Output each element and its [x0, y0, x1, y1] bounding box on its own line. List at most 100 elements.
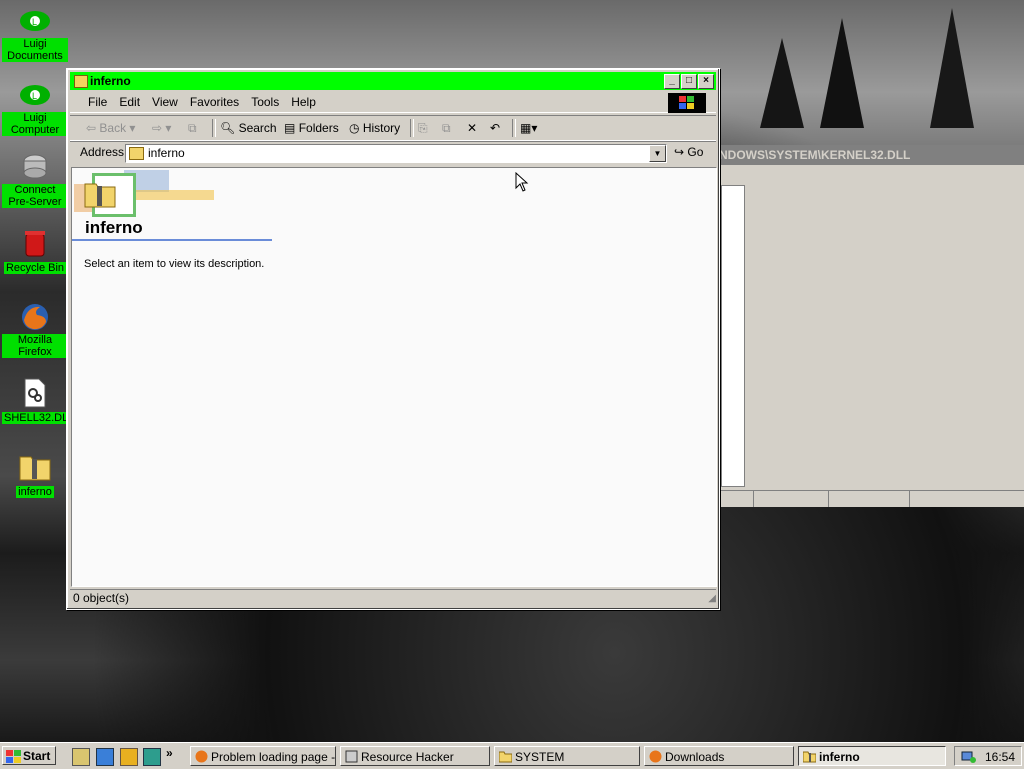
svg-text:L: L [32, 91, 37, 101]
zip-folder-icon [18, 452, 52, 482]
background-window[interactable]: NDOWS\SYSTEM\KERNEL32.DLL [718, 145, 1024, 507]
address-dropdown-button[interactable]: ▼ [649, 145, 666, 162]
copy-to-button[interactable]: ⧉ [442, 119, 451, 137]
minimize-button[interactable]: _ [664, 74, 680, 89]
background-window-statusbar [719, 490, 1024, 507]
desktop-icon-label: Connect Pre-Server [2, 184, 68, 208]
tree-pane[interactable] [721, 185, 745, 487]
forward-button[interactable]: ⇨ ▾ [152, 119, 171, 137]
desktop-icon-shell32[interactable]: SHELL32.DLL [2, 378, 77, 424]
menu-favorites[interactable]: Favorites [184, 92, 245, 112]
svg-text:L: L [32, 17, 37, 27]
zip-folder-icon [74, 75, 88, 88]
quick-launch-overflow-icon[interactable]: » [166, 746, 173, 760]
menu-edit[interactable]: Edit [113, 92, 146, 112]
zip-folder-icon [803, 751, 816, 763]
media-player-icon[interactable] [120, 748, 138, 766]
back-button[interactable]: ⇦ Back ▾ [86, 119, 135, 137]
desktop-icon-label: Luigi Computer [2, 112, 68, 136]
folders-button[interactable]: ▤ Folders [284, 119, 339, 137]
network-tray-icon[interactable] [961, 749, 977, 764]
mouse-cursor-icon [515, 172, 529, 192]
outlook-express-icon[interactable] [143, 748, 161, 766]
recycle-bin-icon [18, 228, 52, 258]
show-desktop-icon[interactable] [72, 748, 90, 766]
desktop-icon-recycle-bin[interactable]: Recycle Bin [2, 228, 68, 274]
history-button[interactable]: ◷ History [349, 119, 400, 137]
address-bar: Address inferno ▼ ↪ Go [70, 141, 716, 164]
start-button[interactable]: Start [2, 746, 56, 765]
undo-button[interactable]: ↶ [490, 119, 500, 137]
toolbar-separator [410, 119, 414, 137]
desktop-icon-connect-server[interactable]: Connect Pre-Server [2, 152, 68, 208]
taskbar-button-downloads[interactable]: Downloads [644, 746, 794, 766]
copy-to-icon: ⧉ [442, 121, 451, 135]
menu-bar: File Edit View Favorites Tools Help [70, 92, 716, 113]
clock[interactable]: 16:54 [985, 750, 1015, 764]
address-input[interactable]: inferno ▼ [125, 144, 667, 163]
desktop-icon-label: inferno [16, 486, 54, 498]
standard-toolbar: ⇦ Back ▾ ⇨ ▾ ⧉ 🔍︎ Search ▤ Folders ◷ His… [70, 115, 716, 141]
up-folder-button[interactable]: ⧉ [188, 119, 197, 137]
up-folder-icon: ⧉ [188, 121, 197, 135]
background-window-title: NDOWS\SYSTEM\KERNEL32.DLL [719, 145, 1024, 165]
close-button[interactable]: × [698, 74, 714, 89]
delete-icon: ✕ [467, 121, 478, 135]
firefox-icon [649, 750, 662, 763]
window-title: inferno [90, 74, 131, 88]
menu-file[interactable]: File [82, 92, 113, 112]
address-value: inferno [148, 146, 185, 160]
taskbar-button-inferno[interactable]: inferno [798, 746, 946, 766]
explorer-window[interactable]: inferno _ □ × File Edit View Favorites Tools… [66, 68, 720, 610]
status-object-count: 0 object(s) [73, 591, 130, 605]
folder-title: inferno [85, 218, 143, 237]
desktop-icon-luigi-documents[interactable]: L Luigi Documents [2, 6, 68, 62]
windows-logo-icon [6, 750, 21, 763]
internet-explorer-icon[interactable] [96, 748, 114, 766]
search-icon: 🔍︎ [220, 121, 236, 135]
zip-folder-icon [84, 183, 116, 208]
status-bar: 0 object(s) ◢ [70, 589, 716, 607]
address-label: Address [80, 145, 125, 159]
resize-grip-icon[interactable]: ◢ [708, 590, 716, 607]
menu-view[interactable]: View [146, 92, 184, 112]
desktop-icon-label: Luigi Documents [2, 38, 68, 62]
maximize-button[interactable]: □ [681, 74, 697, 89]
dll-file-icon [18, 378, 52, 408]
back-arrow-icon: ⇦ [86, 121, 100, 135]
menu-help[interactable]: Help [285, 92, 322, 112]
firefox-icon [18, 302, 52, 332]
move-to-icon: ⎘ [418, 121, 428, 135]
menu-tools[interactable]: Tools [245, 92, 285, 112]
taskbar-button-resource-hacker[interactable]: Resource Hacker [340, 746, 490, 766]
taskbar-button-system[interactable]: SYSTEM [494, 746, 640, 766]
desktop-icon-inferno[interactable]: inferno [2, 452, 68, 498]
windows-logo-icon [668, 93, 706, 113]
firefox-icon [195, 750, 208, 763]
folder-description: Select an item to view its description. [84, 258, 265, 270]
search-button[interactable]: 🔍︎ Search [220, 119, 277, 137]
system-tray: 16:54 [954, 746, 1022, 766]
move-to-button[interactable]: ⎘ [418, 119, 428, 137]
delete-button[interactable]: ✕ [467, 119, 477, 137]
go-arrow-icon: ↪ [674, 145, 685, 159]
folder-view[interactable]: inferno Select an item to view its descr… [71, 167, 717, 587]
forward-arrow-icon: ⇨ [152, 121, 163, 135]
toolbar-separator [512, 119, 516, 137]
zip-folder-icon [129, 147, 144, 160]
folders-icon: ▤ [284, 121, 296, 135]
desktop-icon-mozilla-firefox[interactable]: Mozilla Firefox [2, 302, 68, 358]
desktop-icon-luigi-computer[interactable]: L Luigi Computer [2, 80, 68, 136]
title-bar[interactable]: inferno _ □ × [70, 72, 716, 90]
undo-icon: ↶ [490, 121, 501, 135]
taskbar: Start » Problem loading page - ... Resou… [0, 742, 1024, 769]
taskbar-button-firefox-problem[interactable]: Problem loading page - ... [190, 746, 336, 766]
go-button[interactable]: ↪ Go [674, 143, 703, 161]
title-underline [72, 239, 272, 241]
desktop-icon-label: Recycle Bin [3, 262, 67, 274]
desktop-icon-label: Mozilla Firefox [2, 334, 68, 358]
resource-hacker-icon [345, 750, 358, 763]
toolbar-separator [212, 119, 216, 137]
folder-banner-graphic [74, 170, 224, 220]
views-button[interactable]: ▦▾ [520, 119, 537, 137]
